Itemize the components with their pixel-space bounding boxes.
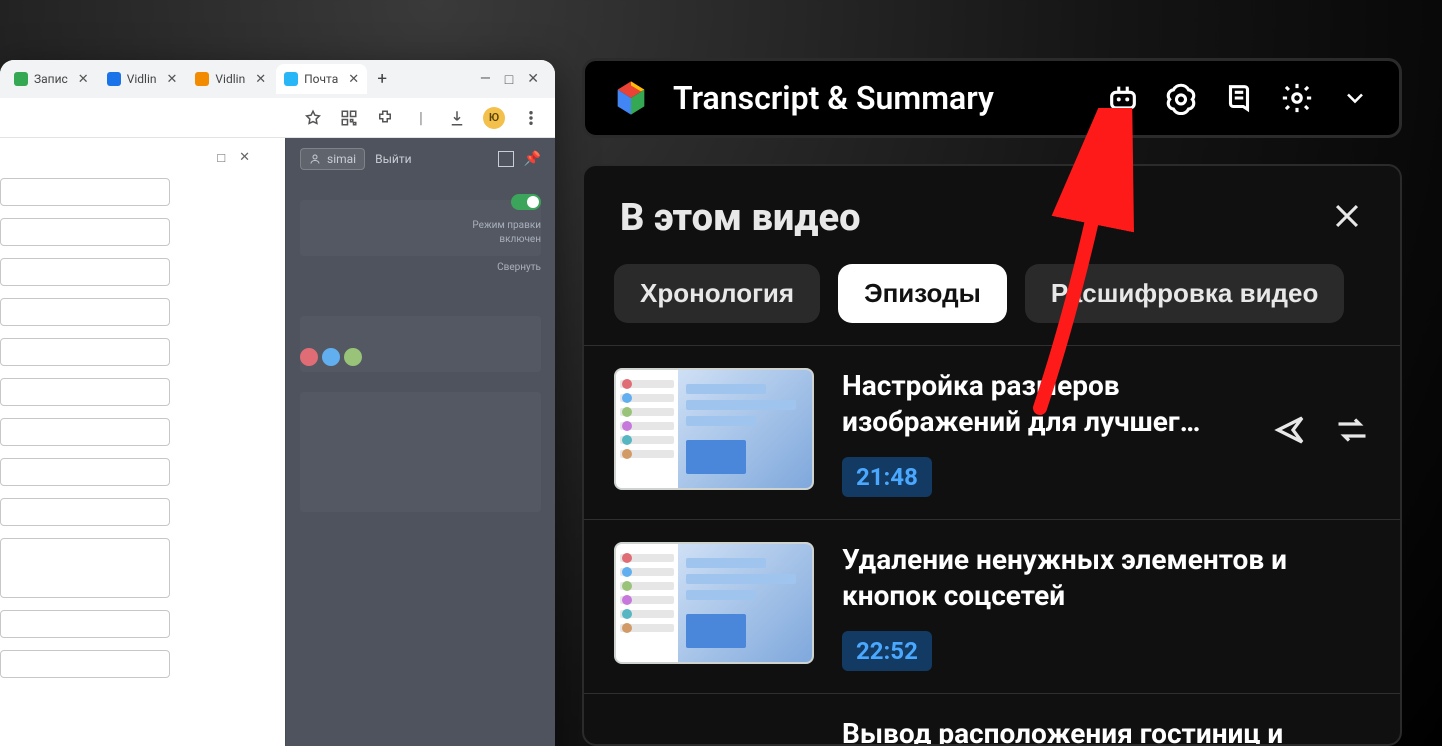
window-close-icon[interactable]: ✕	[527, 71, 539, 88]
text-field[interactable]	[0, 338, 170, 366]
episode-thumbnail	[614, 542, 814, 664]
tab-label: Запис	[34, 72, 68, 86]
profile-avatar[interactable]: Ю	[483, 107, 505, 129]
cms-sidebar-overlay: simai Выйти 📌 Режим правки включен Сверн…	[285, 138, 555, 746]
episode-thumbnail	[614, 368, 814, 490]
extension-toolbar: Transcript & Summary	[582, 58, 1402, 138]
tab-close-icon[interactable]: ✕	[167, 72, 178, 87]
user-chip[interactable]: simai	[300, 148, 365, 170]
tab-close-icon[interactable]: ✕	[255, 72, 266, 87]
panel-toggle-icon[interactable]	[498, 151, 514, 167]
episode-title: Удаление ненужных элементов и кнопок соц…	[842, 542, 1370, 615]
robot-icon[interactable]	[1105, 80, 1141, 116]
tab-label: Vidlin	[215, 72, 245, 86]
tab-label: Почта	[304, 72, 338, 86]
browser-tabstrip: Запис ✕ Vidlin ✕ Vidlin ✕ Почта ✕ + — □ …	[0, 60, 555, 98]
episode-item[interactable]: Вывод расположения гостиниц и	[584, 694, 1400, 744]
star-icon[interactable]	[303, 108, 323, 128]
text-field[interactable]	[0, 298, 170, 326]
window-controls: — □ ✕	[480, 71, 549, 88]
avatar-dot	[322, 348, 340, 366]
avatar-dot	[300, 348, 318, 366]
favicon-icon	[284, 72, 298, 86]
episode-item[interactable]: Удаление ненужных элементов и кнопок соц…	[584, 520, 1400, 694]
text-field[interactable]	[0, 650, 170, 678]
browser-tab[interactable]: Почта ✕	[276, 64, 367, 94]
repeat-icon[interactable]	[1334, 412, 1370, 452]
text-field[interactable]	[0, 418, 170, 446]
qr-icon[interactable]	[339, 108, 359, 128]
episode-timestamp[interactable]: 22:52	[842, 631, 932, 671]
download-icon[interactable]	[447, 108, 467, 128]
openai-icon[interactable]	[1163, 80, 1199, 116]
logout-link[interactable]: Выйти	[375, 152, 411, 166]
tab-transcript[interactable]: Расшифровка видео	[1025, 264, 1345, 323]
form-fields	[0, 178, 170, 678]
pin-icon[interactable]: 📌	[524, 151, 541, 167]
divider: |	[411, 108, 431, 128]
collapse-link[interactable]: Свернуть	[497, 262, 541, 273]
kebab-menu-icon[interactable]	[521, 108, 541, 128]
text-field[interactable]	[0, 218, 170, 246]
settings-gear-icon[interactable]	[1279, 80, 1315, 116]
cms-block	[300, 392, 541, 512]
new-tab-button[interactable]: +	[369, 66, 395, 92]
page-content: □ ✕ simai Выйти 📌	[0, 138, 555, 746]
chevron-down-icon[interactable]	[1337, 80, 1373, 116]
tab-episodes[interactable]: Эпизоды	[838, 264, 1007, 323]
avatar-dot	[344, 348, 362, 366]
segmented-tabs: Хронология Эпизоды Расшифровка видео	[584, 258, 1400, 345]
window-minimize-icon[interactable]: —	[480, 71, 491, 88]
episode-item[interactable]: Настройка размеров изображений для лучше…	[584, 346, 1400, 520]
avatar-strip	[300, 348, 362, 366]
close-icon[interactable]	[1330, 199, 1364, 237]
inner-close-icon[interactable]: ✕	[239, 150, 250, 166]
text-field[interactable]	[0, 458, 170, 486]
favicon-icon	[195, 72, 209, 86]
text-field[interactable]	[0, 258, 170, 286]
episode-thumbnail	[614, 716, 814, 736]
browser-tab[interactable]: Запис ✕	[6, 64, 97, 94]
favicon-icon	[14, 72, 28, 86]
episode-list: Настройка размеров изображений для лучше…	[584, 345, 1400, 744]
share-icon[interactable]	[1272, 412, 1308, 452]
video-summary-panel: В этом видео Хронология Эпизоды Расшифро…	[582, 164, 1402, 746]
tab-chronology[interactable]: Хронология	[614, 264, 820, 323]
extension-logo-icon	[611, 78, 651, 118]
scroll-icon[interactable]	[1221, 80, 1257, 116]
tab-close-icon[interactable]: ✕	[348, 72, 359, 87]
browser-window: Запис ✕ Vidlin ✕ Vidlin ✕ Почта ✕ + — □ …	[0, 60, 555, 746]
inner-window-controls: □ ✕	[217, 150, 250, 166]
favicon-icon	[107, 72, 121, 86]
text-field[interactable]	[0, 498, 170, 526]
episode-title: Вывод расположения гостиниц и	[842, 716, 1370, 744]
window-maximize-icon[interactable]: □	[505, 71, 513, 88]
toggle-label: включен	[499, 234, 541, 245]
textarea-field[interactable]	[0, 538, 170, 598]
user-name: simai	[327, 152, 356, 166]
panel-title: В этом видео	[620, 196, 861, 240]
edit-mode-toggle[interactable]	[511, 194, 541, 210]
extension-title: Transcript & Summary	[673, 79, 1083, 117]
text-field[interactable]	[0, 610, 170, 638]
browser-tab[interactable]: Vidlin ✕	[187, 64, 274, 94]
episode-title: Настройка размеров изображений для лучше…	[842, 368, 1244, 441]
inner-maximize-icon[interactable]: □	[217, 150, 225, 166]
tab-close-icon[interactable]: ✕	[78, 72, 89, 87]
tab-label: Vidlin	[127, 72, 157, 86]
browser-tab[interactable]: Vidlin ✕	[99, 64, 186, 94]
browser-toolbar: | Ю	[0, 98, 555, 138]
extension-icon[interactable]	[375, 108, 395, 128]
text-field[interactable]	[0, 178, 170, 206]
text-field[interactable]	[0, 378, 170, 406]
toggle-label: Режим правки	[472, 220, 541, 231]
episode-timestamp[interactable]: 21:48	[842, 457, 932, 497]
